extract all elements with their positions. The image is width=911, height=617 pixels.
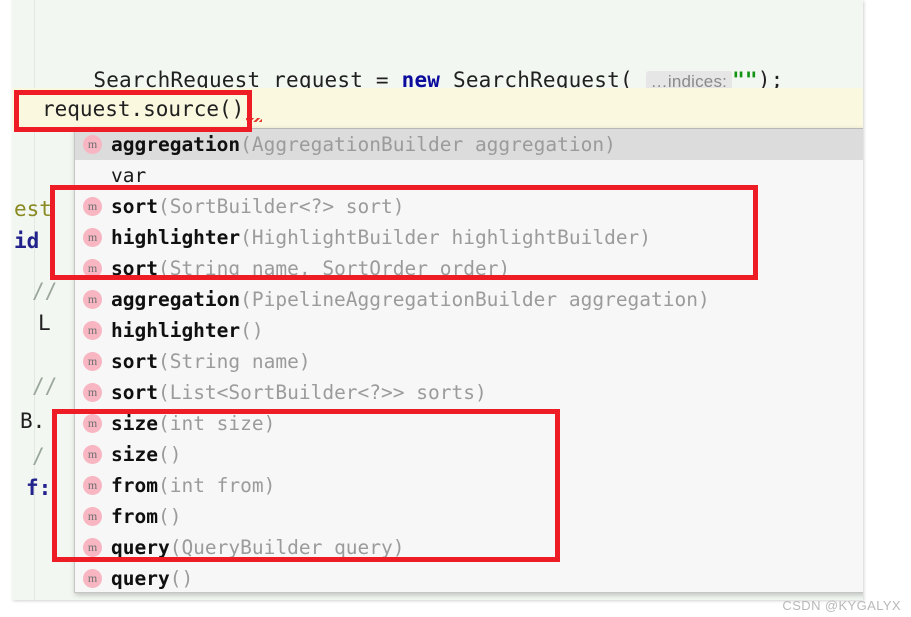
completion-item-signature: (SortBuilder<?> sort) (157, 195, 405, 218)
method-icon: m (83, 321, 102, 340)
code-line-declaration[interactable]: SearchRequest request = new SearchReques… (12, 20, 863, 92)
completion-item-signature: (List<SortBuilder<?>> sorts) (157, 381, 487, 404)
method-icon: m (83, 228, 102, 247)
code-text-source-call: request.source() (42, 97, 245, 121)
completion-item-name: size (111, 443, 158, 466)
completion-item-name: query (111, 536, 170, 559)
completion-item-signature: (String name, SortOrder order) (157, 257, 511, 280)
completion-item-signature: (AggregationBuilder aggregation) (240, 133, 616, 156)
completion-item-from[interactable]: m from (int from) (75, 470, 863, 501)
completion-item-name: sort (111, 195, 158, 218)
completion-item-name: sort (111, 381, 158, 404)
completion-item-sort[interactable]: m sort (List<SortBuilder<?>> sorts) (75, 377, 863, 408)
completion-item-signature: (QueryBuilder query) (169, 536, 405, 559)
completion-item-name: var (111, 164, 147, 187)
code-line-caret[interactable]: request.source(). (12, 88, 262, 130)
completion-item-highlighter[interactable]: m highlighter() (75, 315, 863, 346)
method-icon: m (83, 383, 102, 402)
completion-item-signature: () (169, 567, 194, 590)
completion-item-sort[interactable]: m sort (SortBuilder<?> sort) (75, 191, 863, 222)
completion-item-signature: () (157, 505, 182, 528)
method-icon: m (83, 290, 102, 309)
completion-item-signature: (int size) (157, 412, 276, 435)
completion-item-signature: () (157, 443, 182, 466)
completion-item-highlighter[interactable]: m highlighter (HighlightBuilder highlightB… (75, 222, 863, 253)
method-icon: m (83, 135, 102, 154)
completion-item-query[interactable]: m query (QueryBuilder query) (75, 532, 863, 563)
completion-item-var-plain[interactable]: var (75, 160, 863, 191)
completion-item-name: sort (111, 257, 158, 280)
completion-item-name: from (111, 474, 158, 497)
completion-item-size[interactable]: m size() (75, 439, 863, 470)
method-icon: m (83, 414, 102, 433)
code-completion-popup[interactable]: m aggregation (AggregationBuilder aggregat… (74, 128, 863, 593)
completion-item-name: query (111, 567, 170, 590)
completion-item-from[interactable]: m from() (75, 501, 863, 532)
method-icon: m (83, 569, 102, 588)
completion-item-name: size (111, 412, 158, 435)
method-icon: m (83, 259, 102, 278)
completion-item-name: aggregation (111, 288, 241, 311)
completion-item-aggregation[interactable]: m aggregation (AggregationBuilder aggregat… (75, 129, 863, 160)
completion-item-name: sort (111, 350, 158, 373)
method-icon: m (83, 476, 102, 495)
completion-item-name: from (111, 505, 158, 528)
completion-item-signature: (String name) (157, 350, 311, 373)
method-icon: m (83, 538, 102, 557)
method-icon: m (83, 197, 102, 216)
completion-item-signature: (PipelineAggregationBuilder aggregation) (240, 288, 710, 311)
completion-item-query[interactable]: m query() (75, 563, 863, 592)
completion-item-name: highlighter (111, 319, 241, 342)
watermark: CSDN @KYGALYX (782, 598, 901, 613)
completion-item-signature: (HighlightBuilder highlightBuilder) (240, 226, 652, 249)
code-editor[interactable]: SearchRequest request = new SearchReques… (12, 0, 863, 600)
completion-item-signature: () (240, 319, 264, 342)
completion-item-sort[interactable]: m sort (String name, SortOrder order) (75, 253, 863, 284)
method-icon: m (83, 507, 102, 526)
completion-item-signature: (int from) (157, 474, 276, 497)
error-squiggle-icon: . (244, 88, 262, 130)
method-icon: m (83, 352, 102, 371)
completion-item-sort[interactable]: m sort (String name) (75, 346, 863, 377)
completion-item-size[interactable]: m size (int size) (75, 408, 863, 439)
completion-item-name: aggregation (111, 133, 241, 156)
completion-item-name: highlighter (111, 226, 241, 249)
method-icon: m (83, 445, 102, 464)
completion-item-aggregation[interactable]: m aggregation (PipelineAggregationBuilder … (75, 284, 863, 315)
